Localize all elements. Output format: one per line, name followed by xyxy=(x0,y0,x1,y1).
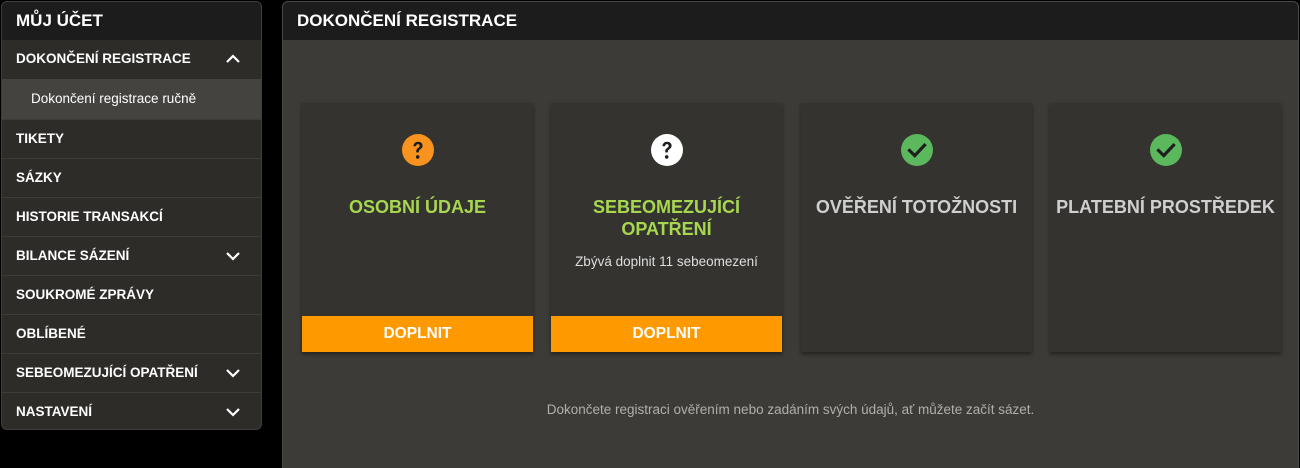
main-panel: DOKONČENÍ REGISTRACE OSOBNÍ ÚDAJE DOPLNI… xyxy=(282,1,1299,468)
card-title: OVĚŘENÍ TOTOŽNOSTI xyxy=(815,197,1018,217)
chevron-down-icon xyxy=(226,408,240,417)
question-icon xyxy=(650,134,683,166)
page-title: DOKONČENÍ REGISTRACE xyxy=(283,2,1298,40)
sidebar-item-label: SOUKROMÉ ZPRÁVY xyxy=(16,287,155,302)
card-sebeomezujici-opatreni: SEBEOMEZUJÍCÍ OPATŘENÍ Zbývá doplnit 11 … xyxy=(551,103,782,352)
check-icon xyxy=(1149,134,1182,166)
check-icon xyxy=(900,134,933,166)
chevron-up-icon xyxy=(226,54,240,63)
sidebar-item-label: DOKONČENÍ REGISTRACE xyxy=(16,51,191,66)
sidebar-title: MŮJ ÚČET xyxy=(2,2,261,40)
account-sidebar: MŮJ ÚČET DOKONČENÍ REGISTRACE Dokončení … xyxy=(1,1,262,430)
sidebar-item-nastaveni[interactable]: NASTAVENÍ xyxy=(2,392,261,429)
sidebar-item-label: HISTORIE TRANSAKCÍ xyxy=(16,209,163,224)
sidebar-item-label: SEBEOMEZUJÍCÍ OPATŘENÍ xyxy=(16,365,198,380)
registration-note: Dokončete registraci ověřením nebo zadán… xyxy=(546,402,1035,417)
sidebar-item-sazky[interactable]: SÁZKY xyxy=(2,158,261,197)
sidebar-item-sebeomezujici-opatreni[interactable]: SEBEOMEZUJÍCÍ OPATŘENÍ xyxy=(2,353,261,392)
sidebar-item-label: TIKETY xyxy=(16,131,65,146)
sidebar-item-dokonceni-registrace[interactable]: DOKONČENÍ REGISTRACE xyxy=(2,40,261,79)
sidebar-item-label: NASTAVENÍ xyxy=(16,404,93,419)
sidebar-item-oblibene[interactable]: OBLÍBENÉ xyxy=(2,314,261,353)
sidebar-item-tikety[interactable]: TIKETY xyxy=(2,119,261,158)
doplnit-button[interactable]: DOPLNIT xyxy=(551,316,782,352)
card-title: SEBEOMEZUJÍCÍ OPATŘENÍ xyxy=(592,197,741,239)
sidebar-item-label: BILANCE SÁZENÍ xyxy=(16,248,130,263)
card-title: OSOBNÍ ÚDAJE xyxy=(348,197,487,217)
sidebar-item-soukrome-zpravy[interactable]: SOUKROMÉ ZPRÁVY xyxy=(2,275,261,314)
sidebar-item-label: SÁZKY xyxy=(16,170,62,185)
card-title: PLATEBNÍ PROSTŘEDEK xyxy=(1056,197,1275,217)
sidebar-item-bilance-sazeni[interactable]: BILANCE SÁZENÍ xyxy=(2,236,261,275)
card-overeni-totoznosti: OVĚŘENÍ TOTOŽNOSTI xyxy=(801,103,1032,352)
question-icon xyxy=(401,134,434,166)
chevron-down-icon xyxy=(226,369,240,378)
card-osobni-udaje: OSOBNÍ ÚDAJE DOPLNIT xyxy=(302,103,533,352)
sidebar-subitem-label: Dokončení registrace ručně xyxy=(31,91,197,106)
chevron-down-icon xyxy=(226,252,240,261)
sidebar-subitem-dokonceni-registrace-rucne[interactable]: Dokončení registrace ručně xyxy=(2,79,261,119)
doplnit-button[interactable]: DOPLNIT xyxy=(302,316,533,352)
card-platebni-prostredek: PLATEBNÍ PROSTŘEDEK xyxy=(1050,103,1281,352)
card-subtitle: Zbývá doplnit 11 sebeomezení xyxy=(575,254,758,269)
sidebar-item-historie-transakci[interactable]: HISTORIE TRANSAKCÍ xyxy=(2,197,261,236)
sidebar-item-label: OBLÍBENÉ xyxy=(16,326,86,341)
